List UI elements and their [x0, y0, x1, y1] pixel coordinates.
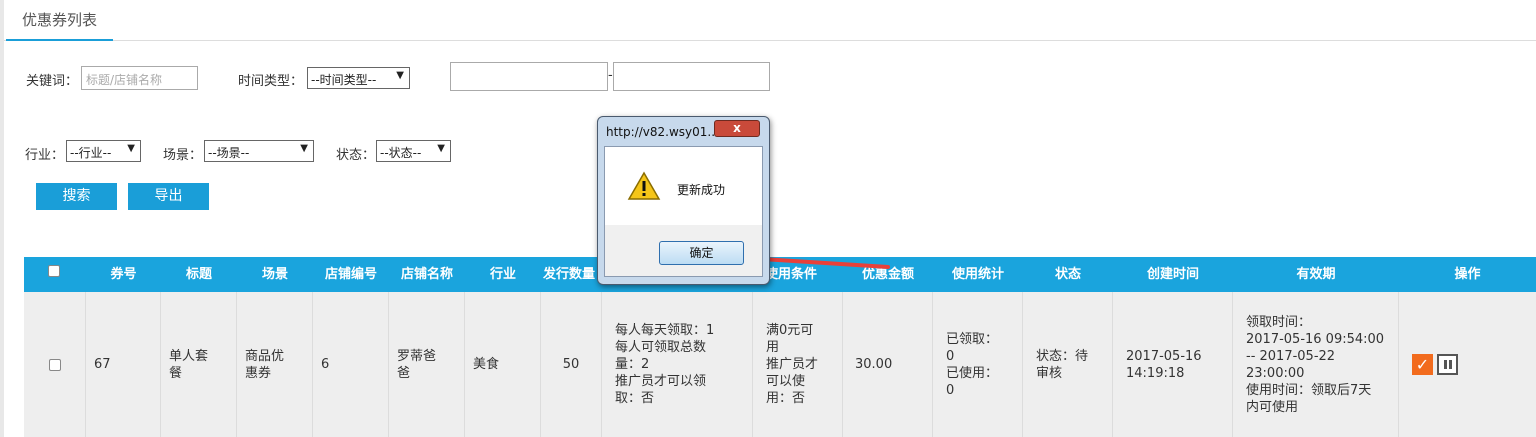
- cell-amount: 30.00: [843, 292, 933, 437]
- header-scene[interactable]: 场景: [237, 257, 313, 292]
- export-button[interactable]: 导出: [128, 183, 209, 210]
- status-select[interactable]: --状态-- ▼: [376, 140, 451, 162]
- cell-status: 状态：待 审核: [1023, 292, 1113, 437]
- cell-scene: 商品优 惠券: [237, 292, 313, 437]
- cell-rules: 每人每天领取：1 每人可领取总数 量：2 推广员才可以领 取：否: [602, 292, 753, 437]
- status-label: 状态：: [336, 148, 376, 163]
- chevron-down-icon: ▼: [437, 143, 445, 154]
- cell-actions: ✓: [1399, 292, 1536, 437]
- row-checkbox[interactable]: [48, 358, 61, 371]
- scene-select[interactable]: --场景-- ▼: [204, 140, 314, 162]
- cell-shop-name: 罗蒂爸爸: [389, 292, 465, 437]
- cell-created: 2017-05-16 14:19:18: [1113, 292, 1233, 437]
- left-rule: [0, 0, 4, 437]
- page: 优惠券列表 关键词： 标题/店铺名称 时间类型： --时间类型-- ▼ - 行业：…: [0, 0, 1536, 437]
- header-stats[interactable]: 使用统计: [933, 257, 1023, 292]
- tab-bar: 优惠券列表: [4, 0, 1536, 41]
- industry-value: --行业--: [70, 146, 112, 160]
- keyword-label: 关键词：: [26, 74, 79, 89]
- time-type-select[interactable]: --时间类型-- ▼: [307, 67, 410, 89]
- chevron-down-icon: ▼: [127, 143, 135, 154]
- header-status[interactable]: 状态: [1023, 257, 1113, 292]
- start-date-input[interactable]: [450, 62, 608, 91]
- cell-shop-no: 6: [313, 292, 389, 437]
- time-type-label: 时间类型：: [238, 74, 304, 89]
- header-coupon-no[interactable]: 券号: [86, 257, 161, 292]
- pause-icon[interactable]: [1437, 354, 1458, 375]
- end-date-input[interactable]: [613, 62, 770, 91]
- header-quantity[interactable]: 发行数量: [541, 257, 602, 292]
- dialog-content: 更新成功: [605, 147, 762, 225]
- edit-check-icon[interactable]: ✓: [1412, 354, 1433, 375]
- tab-coupon-list[interactable]: 优惠券列表: [6, 0, 114, 41]
- header-shop-name[interactable]: 店铺名称: [389, 257, 465, 292]
- industry-select[interactable]: --行业-- ▼: [66, 140, 141, 162]
- scene-label: 场景：: [163, 148, 203, 163]
- date-separator: -: [608, 68, 613, 83]
- cell-quantity: 50: [541, 292, 602, 437]
- chevron-down-icon: ▼: [396, 70, 404, 81]
- close-icon: x: [733, 121, 741, 135]
- search-button[interactable]: 搜索: [36, 183, 117, 210]
- cell-validity: 领取时间： 2017-05-16 09:54:00 -- 2017-05-22 23:…: [1233, 292, 1399, 437]
- dialog-title: http://v82.wsy01...: [606, 125, 719, 139]
- select-all-checkbox[interactable]: [48, 265, 60, 277]
- keyword-input[interactable]: 标题/店铺名称: [81, 66, 198, 90]
- alert-dialog: http://v82.wsy01... x 更新成功 确定: [597, 116, 770, 285]
- cell-industry: 美食: [465, 292, 541, 437]
- time-type-value: --时间类型--: [311, 73, 377, 87]
- row-checkbox-cell: [24, 292, 86, 437]
- header-title[interactable]: 标题: [161, 257, 237, 292]
- scene-value: --场景--: [208, 146, 250, 160]
- industry-label: 行业：: [25, 148, 65, 163]
- header-validity[interactable]: 有效期: [1233, 257, 1399, 292]
- cell-title: 单人套餐: [161, 292, 237, 437]
- status-value: --状态--: [380, 146, 422, 160]
- header-actions[interactable]: 操作: [1399, 257, 1536, 292]
- ok-button[interactable]: 确定: [659, 241, 744, 265]
- cell-conditions: 满0元可用推广员才 可以使 用：否: [753, 292, 843, 437]
- close-button[interactable]: x: [714, 120, 760, 137]
- header-industry[interactable]: 行业: [465, 257, 541, 292]
- table-row: 67 单人套餐 商品优 惠券 6 罗蒂爸爸 美食 50 每人每天领取：1 每人可领取…: [24, 292, 1536, 437]
- chevron-down-icon: ▼: [300, 143, 308, 154]
- dialog-body: 更新成功 确定: [604, 146, 763, 277]
- dialog-message: 更新成功: [677, 183, 726, 197]
- header-shop-no[interactable]: 店铺编号: [313, 257, 389, 292]
- warning-icon: [627, 171, 661, 200]
- header-created[interactable]: 创建时间: [1113, 257, 1233, 292]
- cell-stats: 已领取： 0 已使用： 0: [933, 292, 1023, 437]
- cell-coupon-no: 67: [86, 292, 161, 437]
